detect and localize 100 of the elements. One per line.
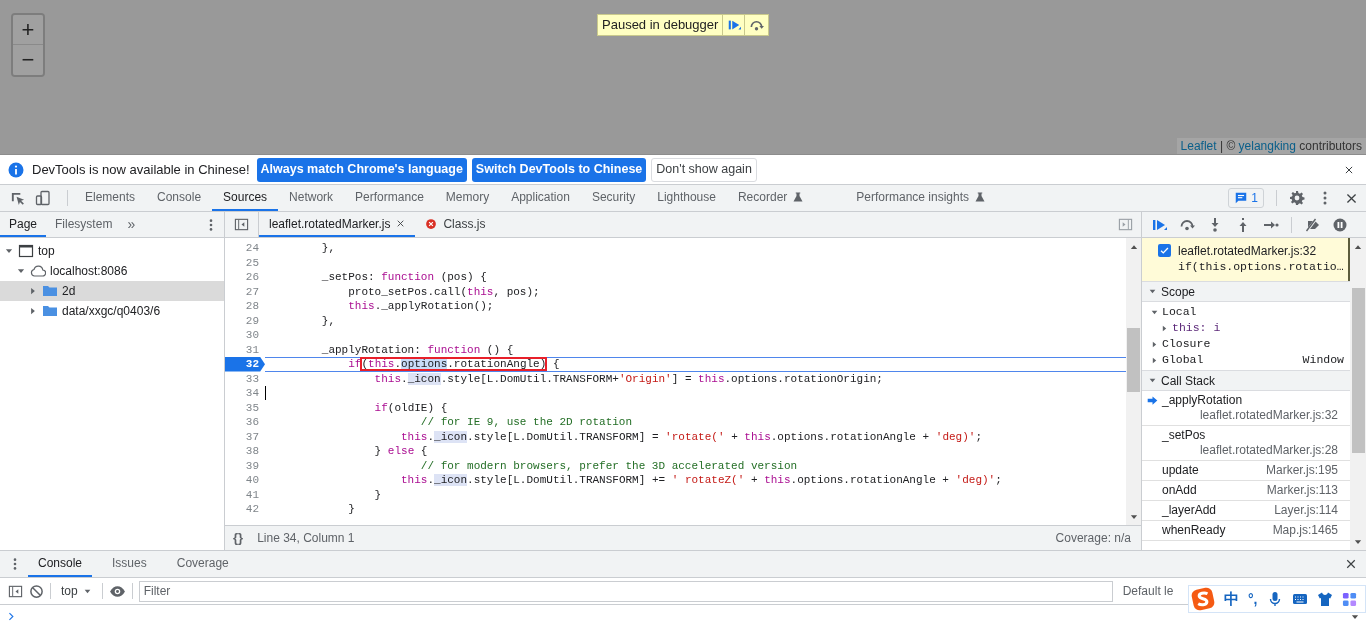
drawer-tab[interactable]: Console	[28, 551, 93, 577]
panel-tab[interactable]: Console	[146, 185, 213, 211]
coverage-status: Coverage: n/a	[1055, 530, 1132, 547]
scope-item[interactable]: Closure	[1142, 336, 1350, 352]
panel-tab[interactable]: Elements	[74, 185, 147, 211]
tree-item[interactable]: data/xxgc/q0403/6	[0, 301, 224, 321]
navigator-tab[interactable]: Page	[0, 212, 47, 237]
navigator-tab[interactable]: Filesystem	[46, 212, 122, 237]
line-number[interactable]: 40	[225, 473, 265, 488]
ime-punctuation[interactable]: °,	[1248, 588, 1258, 610]
zoom-in-button[interactable]: +	[13, 15, 43, 45]
more-tabs-button[interactable]: »	[121, 212, 142, 237]
pause-icon[interactable]	[1332, 216, 1348, 233]
panel-tab[interactable]: Recorder	[726, 185, 816, 211]
call-frame[interactable]: whenReady Map.js:1465	[1142, 521, 1350, 541]
resume-icon	[726, 18, 741, 32]
call-frame[interactable]: _layerAdd Layer.js:114	[1142, 501, 1350, 521]
line-number[interactable]: 39	[225, 458, 265, 473]
settings-icon[interactable]	[1289, 190, 1305, 206]
file-tab[interactable]: leaflet.rotatedMarker.js	[259, 212, 416, 237]
scope-item[interactable]: Global Window	[1142, 352, 1350, 368]
levels-dropdown[interactable]: Default le	[1122, 582, 1174, 600]
pretty-print-button[interactable]: {}	[233, 528, 244, 548]
section-header[interactable]: Call Stack	[1142, 370, 1350, 391]
checkbox[interactable]	[1158, 244, 1171, 257]
line-number[interactable]: 38	[225, 444, 265, 459]
frame-name: onAdd	[1162, 483, 1197, 498]
call-frame[interactable]: update Marker.js:195	[1142, 461, 1350, 481]
line-number[interactable]: 33	[225, 371, 265, 386]
drawer-tab[interactable]: Coverage	[166, 551, 239, 577]
infobar-button[interactable]: Don't show again	[651, 157, 757, 182]
filter-field[interactable]: Filter	[138, 580, 1113, 602]
close-icon[interactable]	[1345, 558, 1357, 570]
code-line: // for IE 9, use the 2D rotation	[419, 415, 634, 430]
scrollbar-thumb[interactable]	[1351, 288, 1365, 453]
drawer-tab[interactable]: Issues	[102, 551, 157, 577]
attribution-link[interactable]: yelangking	[1238, 139, 1296, 153]
sidebar-toggle-icon[interactable]	[8, 583, 23, 599]
folder-icon	[42, 303, 58, 319]
ime-logo-icon[interactable]	[1191, 587, 1215, 611]
expanded-arrow-icon	[1148, 376, 1157, 385]
shirt-icon[interactable]	[1316, 591, 1333, 607]
call-frame[interactable]: onAdd Marker.js:113	[1142, 481, 1350, 501]
panel-tab[interactable]: Application	[500, 185, 581, 211]
issues-button[interactable]: 1	[1228, 188, 1264, 208]
code-line: this._icon.style[L.DomUtil.TRANSFORM+'Origin'] = this.options.rotationOrigin;	[373, 371, 884, 386]
scope-item[interactable]: Local	[1142, 304, 1350, 320]
scope-item[interactable]: this: i	[1142, 320, 1350, 336]
tree-item[interactable]: top	[0, 241, 224, 261]
line-number[interactable]: 28	[225, 299, 265, 314]
tree-label: localhost:8086	[50, 263, 128, 280]
line-number[interactable]: 30	[225, 328, 265, 343]
deactivate-breakpoints-icon[interactable]	[1304, 216, 1320, 233]
infobar-button[interactable]: Switch DevTools to Chinese	[471, 157, 647, 182]
line-number[interactable]: 27	[225, 284, 265, 299]
panel-tab[interactable]: Security	[580, 185, 647, 211]
panel-tab[interactable]: Performance insights	[845, 185, 998, 211]
panel-tab[interactable]: Lighthouse	[646, 185, 727, 211]
toggle-debugger-icon[interactable]	[1118, 217, 1133, 232]
apps-icon[interactable]	[1341, 591, 1357, 607]
keyboard-icon[interactable]	[1291, 591, 1308, 607]
line-number[interactable]: 29	[225, 313, 265, 328]
breakpoint-item[interactable]: leaflet.rotatedMarker.js:32 if(this.options.rotatio…	[1142, 238, 1350, 281]
inspect-icon[interactable]	[10, 190, 25, 206]
toggle-navigator-icon[interactable]	[234, 217, 249, 232]
line-number[interactable]: 41	[225, 487, 265, 502]
device-icon[interactable]	[35, 190, 51, 206]
code-line: this._icon.style[L.DomUtil.TRANSFORM] += ' rotateZ(' + this.options.rotationAngle + 'deg)';	[400, 473, 1003, 488]
close-button[interactable]	[1344, 164, 1354, 175]
section-header[interactable]: Scope	[1142, 281, 1350, 302]
zoom-out-button[interactable]: −	[13, 45, 43, 75]
line-number[interactable]: 36	[225, 415, 265, 430]
tree-item[interactable]: localhost:8086	[0, 261, 224, 281]
line-number[interactable]: 42	[225, 502, 265, 517]
line-number[interactable]: 25	[225, 255, 265, 270]
close-icon[interactable]	[1345, 191, 1358, 205]
file-tab[interactable]: Class.js	[415, 212, 496, 237]
scrollbar-thumb[interactable]	[1127, 328, 1140, 392]
panel-tab[interactable]: Network	[278, 185, 345, 211]
ime-mode[interactable]: 中	[1224, 587, 1239, 611]
line-number[interactable]: 32	[225, 357, 265, 372]
infobar-button[interactable]: Always match Chrome's language	[256, 157, 467, 182]
panel-tab[interactable]: Memory	[434, 185, 501, 211]
clear-console-icon[interactable]	[29, 583, 44, 599]
line-number[interactable]: 34	[225, 386, 265, 401]
panel-tab[interactable]: Performance	[344, 185, 435, 211]
attribution-link[interactable]: Leaflet	[1180, 139, 1217, 153]
frame-location: Layer.js:114	[1274, 503, 1338, 518]
line-number[interactable]: 26	[225, 270, 265, 285]
frame-name: _setPos	[1162, 428, 1206, 443]
line-number[interactable]: 35	[225, 400, 265, 415]
line-number[interactable]: 24	[225, 241, 265, 256]
close-icon[interactable]	[396, 219, 406, 228]
tree-item[interactable]: 2d	[0, 281, 224, 301]
folder-icon	[42, 283, 58, 299]
line-number[interactable]: 37	[225, 429, 265, 444]
frame-location: leaflet.rotatedMarker.js:32	[1199, 408, 1338, 423]
frame-location: leaflet.rotatedMarker.js:28	[1199, 443, 1338, 458]
line-number[interactable]: 31	[225, 342, 265, 357]
context-selector[interactable]: top	[57, 582, 96, 600]
